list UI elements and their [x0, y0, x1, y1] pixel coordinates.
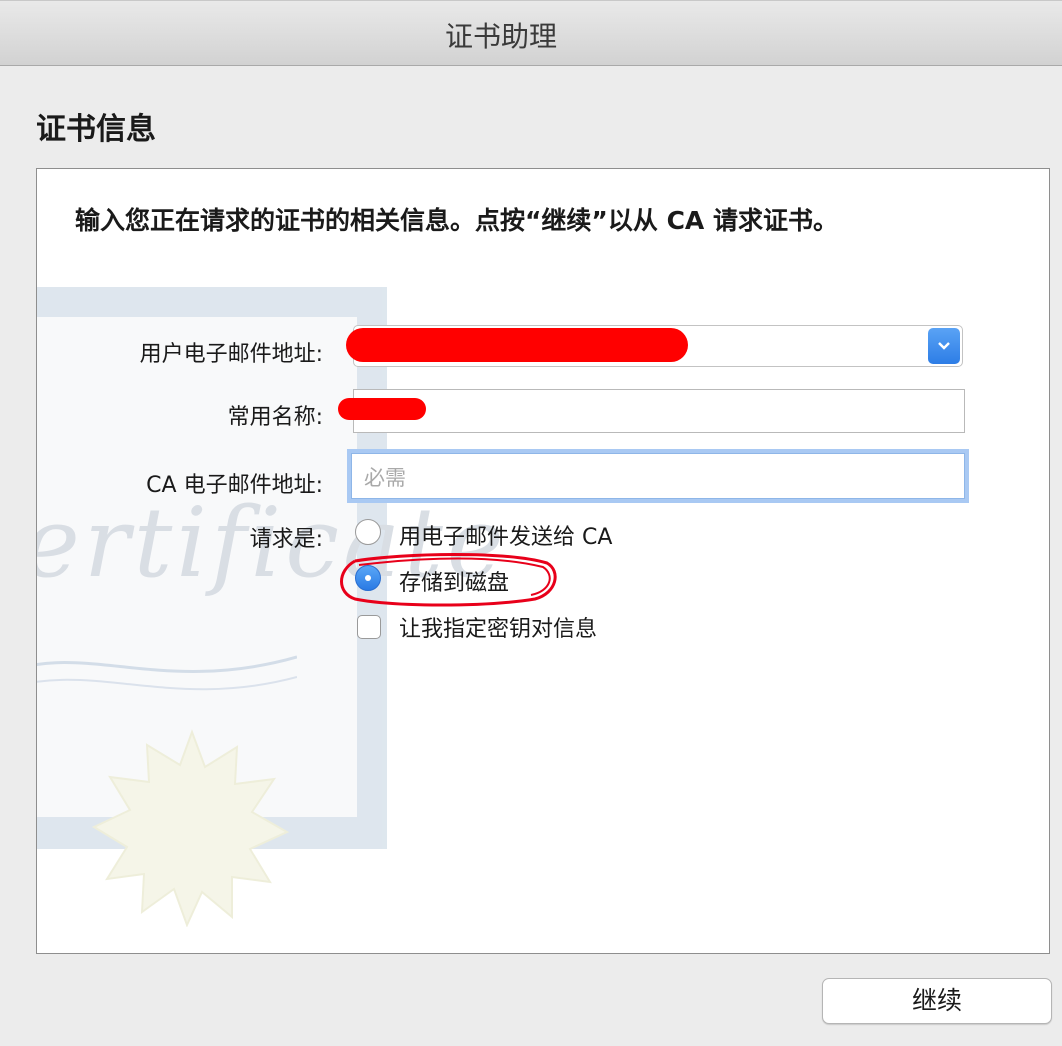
content-panel: ertificate 输入您正在请求的证书的相关信息。点按“继续”以从 CA 请…: [36, 168, 1050, 954]
intro-text: 输入您正在请求的证书的相关信息。点按“继续”以从 CA 请求证书。: [75, 206, 838, 235]
radio-email-to-ca-label[interactable]: 用电子邮件发送给 CA: [399, 519, 612, 551]
specify-keypair-label[interactable]: 让我指定密钥对信息: [399, 611, 597, 643]
window-title: 证书助理: [444, 20, 557, 53]
ca-email-placeholder: 必需: [364, 466, 406, 490]
certificate-swoosh: [37, 655, 297, 691]
user-email-popup[interactable]: [346, 325, 963, 367]
common-name-label: 常用名称:: [227, 405, 323, 430]
request-label: 请求是:: [249, 527, 323, 552]
redaction-mark: [338, 398, 426, 420]
email-label: 用户电子邮件地址:: [139, 342, 323, 367]
chevron-down-icon[interactable]: [928, 328, 960, 364]
continue-button[interactable]: 继续: [822, 978, 1052, 1024]
specify-keypair-checkbox[interactable]: [357, 615, 381, 639]
red-annotation-circle: [340, 553, 557, 607]
section-title: 证书信息: [36, 112, 156, 147]
ca-email-label: CA 电子邮件地址:: [146, 473, 323, 498]
ca-email-field[interactable]: 必需: [351, 453, 965, 499]
common-name-field[interactable]: [338, 389, 965, 433]
window-titlebar: 证书助理: [0, 0, 1062, 66]
certificate-seal-icon: [92, 729, 290, 927]
redaction-mark: [346, 328, 688, 362]
radio-email-to-ca[interactable]: [355, 519, 381, 545]
